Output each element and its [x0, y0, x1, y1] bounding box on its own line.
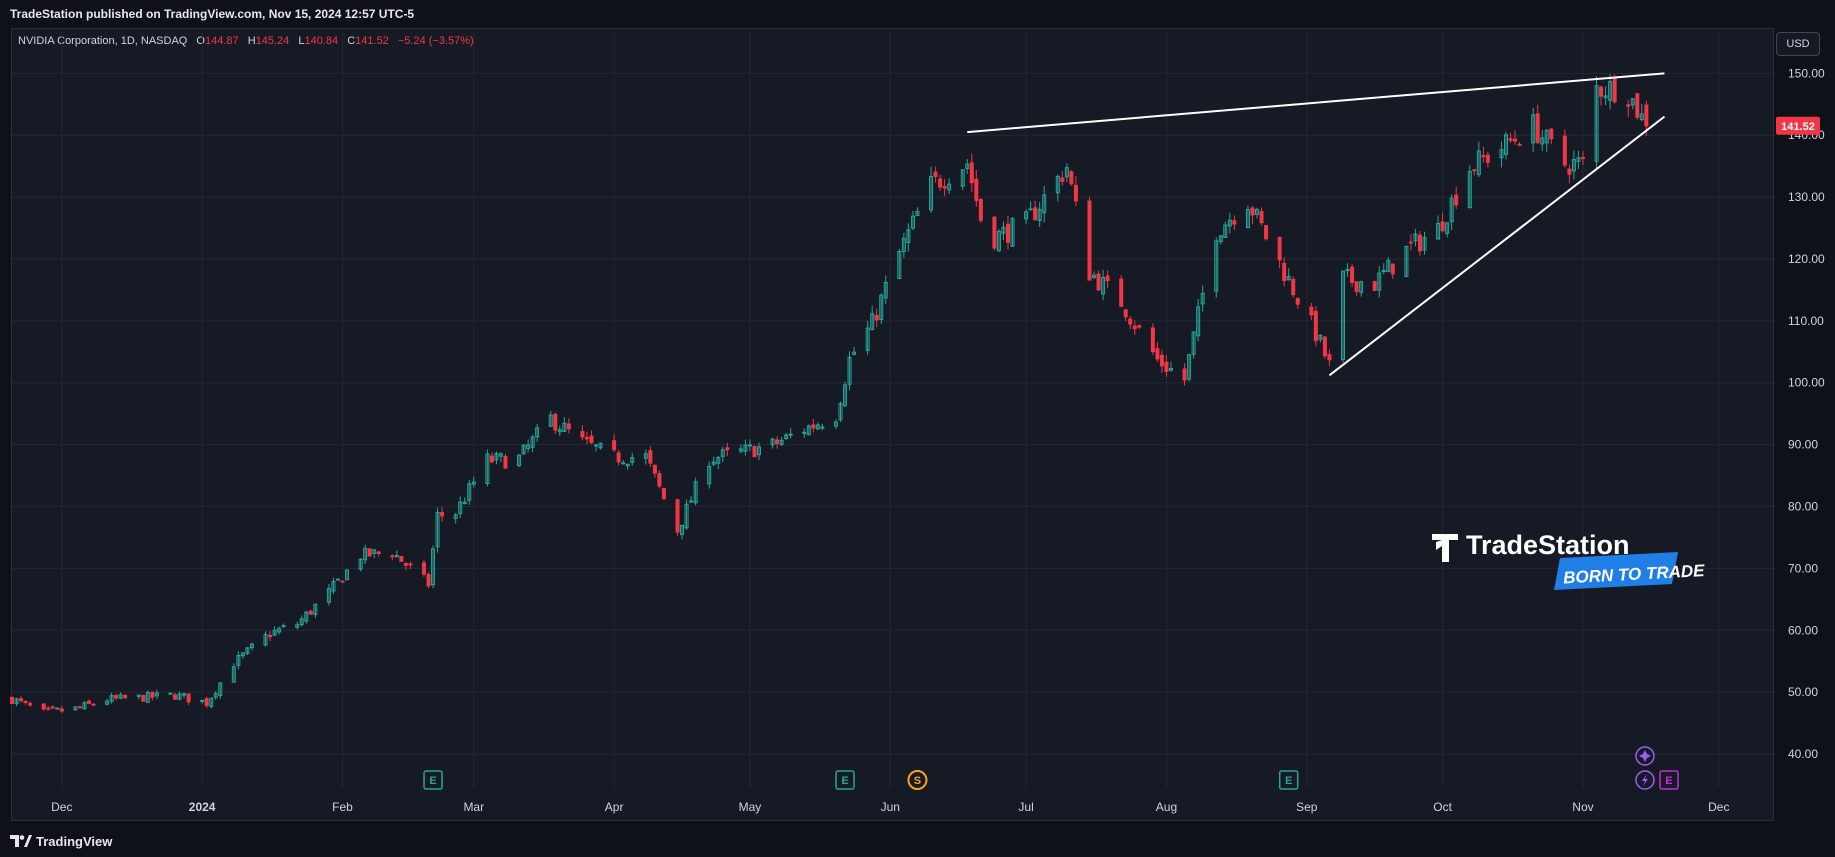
symbol-title[interactable]: NVIDIA Corporation, 1D, NASDAQ	[18, 35, 187, 47]
price-tick-label: 80.00	[1788, 500, 1818, 514]
tradingview-brand: TradingView	[36, 833, 113, 849]
price-tick-label: 40.00	[1788, 747, 1818, 761]
price-tick-label: 140.00	[1788, 128, 1825, 142]
price-tick-label: 100.00	[1788, 376, 1825, 390]
footer-bar: TradingView	[0, 825, 1835, 857]
high-label: H	[247, 35, 256, 47]
low-value: 140.84	[304, 35, 339, 47]
last-price-tag: 141.52	[1776, 116, 1820, 135]
last-price-badge	[1776, 116, 1820, 135]
open-label: O	[196, 35, 205, 47]
price-tick-label: 150.00	[1788, 66, 1825, 80]
change-value: −5.24 (−3.57%)	[397, 35, 474, 47]
chart-frame[interactable]	[11, 28, 1774, 821]
published-bar: TradeStation published on TradingView.co…	[0, 0, 1835, 28]
last-price-label: 141.52	[1781, 121, 1815, 133]
price-tick-label: 50.00	[1788, 685, 1818, 699]
price-tick-label: 60.00	[1788, 623, 1818, 637]
published-text: TradeStation published on TradingView.co…	[10, 7, 415, 21]
high-value: 145.24	[255, 35, 290, 47]
price-tick-label: 120.00	[1788, 252, 1825, 266]
open-value: 144.87	[204, 35, 239, 47]
price-tick-label: 90.00	[1788, 438, 1818, 452]
tradingview-logo-icon	[10, 835, 32, 847]
price-tick-label: 130.00	[1788, 190, 1825, 204]
symbol-legend: NVIDIA Corporation, 1D, NASDAQ O144.87 H…	[18, 35, 474, 47]
price-tick-label: 110.00	[1788, 314, 1824, 328]
price-axis: 40.00 50.00 60.00 70.00 80.00 90.00 100.00 110.…	[1788, 66, 1825, 761]
tradingview-link[interactable]: TradingView	[0, 834, 112, 849]
close-value: 141.52	[355, 35, 389, 47]
currency-button[interactable]: USD	[1776, 32, 1820, 56]
close-label: C	[347, 35, 356, 47]
price-tick-label: 70.00	[1788, 561, 1818, 575]
